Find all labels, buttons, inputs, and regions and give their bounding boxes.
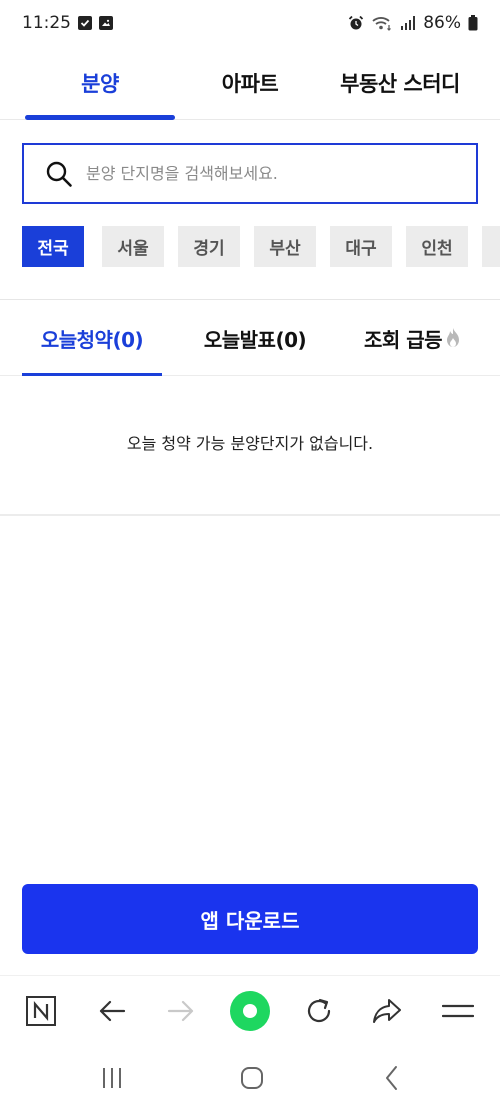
active-tab-indicator [25,115,175,120]
sub-tab-indicator [22,373,162,376]
home-icon[interactable] [232,1061,272,1095]
share-icon[interactable] [364,988,410,1034]
wifi-icon [372,17,392,31]
android-navigation-bar [0,1045,500,1111]
region-chip-more[interactable] [482,226,500,267]
status-time: 11:25 [22,13,71,33]
tab-today-announcement[interactable]: 오늘발표(0) [185,300,325,376]
region-chip-seoul[interactable]: 서울 [102,226,164,267]
search-box[interactable] [22,143,478,204]
region-chip-label: 전국 [37,239,69,259]
region-chip-incheon[interactable]: 인천 [406,226,468,267]
tab-real-estate-study[interactable]: 부동산 스터디 [325,46,475,120]
browser-toolbar [0,975,500,1045]
region-chip-label: 서울 [117,239,149,259]
back-arrow-icon[interactable] [89,988,135,1034]
content-divider [0,514,500,516]
refresh-icon[interactable] [296,988,342,1034]
gallery-notification-icon [99,16,113,30]
empty-state-message: 오늘 청약 가능 분양단지가 없습니다. [126,434,374,453]
region-chip-daegu[interactable]: 대구 [330,226,392,267]
home-circle-icon[interactable] [227,988,273,1034]
status-bar: 11:25 86% [0,0,500,46]
top-navigation: 분양 아파트 부동산 스터디 [0,46,500,120]
alarm-icon [349,15,364,30]
tab-view-surge-label: 조회 급등 [363,327,443,352]
region-chip-label: 경기 [193,239,225,259]
tab-presale[interactable]: 분양 [25,46,175,120]
tab-today-subscription-label: 오늘청약(0) [40,327,144,352]
checkbox-notification-icon [78,16,92,30]
search-icon[interactable] [45,160,73,188]
fire-icon [447,328,460,347]
tab-today-announcement-label: 오늘발표(0) [203,327,307,352]
sub-navigation: 오늘청약(0) 오늘발표(0) 조회 급등 [0,300,500,376]
tab-today-subscription[interactable]: 오늘청약(0) [22,300,162,376]
forward-arrow-icon [158,988,204,1034]
status-right: 86% [348,13,478,33]
tab-view-surge[interactable]: 조회 급등 [348,300,478,376]
back-icon[interactable] [372,1061,412,1095]
region-chip-nationwide[interactable]: 전국 [22,226,84,267]
region-chip-busan[interactable]: 부산 [254,226,316,267]
naver-n-icon[interactable] [18,988,64,1034]
battery-percent: 86% [423,13,461,33]
status-left: 11:25 [22,13,113,33]
signal-icon [401,16,416,30]
region-filter-row: 전국 서울 경기 부산 대구 인천 [22,226,500,267]
menu-icon[interactable] [435,988,481,1034]
region-chip-label: 부산 [269,239,301,259]
tab-presale-label: 분양 [81,72,119,96]
search-input[interactable] [86,145,466,201]
tab-real-estate-study-label: 부동산 스터디 [340,72,460,96]
tab-apartment-label: 아파트 [221,72,279,96]
region-chip-label: 인천 [421,239,453,259]
app-download-button[interactable]: 앱 다운로드 [22,884,478,954]
battery-icon [468,15,478,31]
tab-apartment[interactable]: 아파트 [175,46,325,120]
recent-apps-icon[interactable] [92,1061,132,1095]
region-chip-label: 대구 [345,239,377,259]
region-chip-gyeonggi[interactable]: 경기 [178,226,240,267]
